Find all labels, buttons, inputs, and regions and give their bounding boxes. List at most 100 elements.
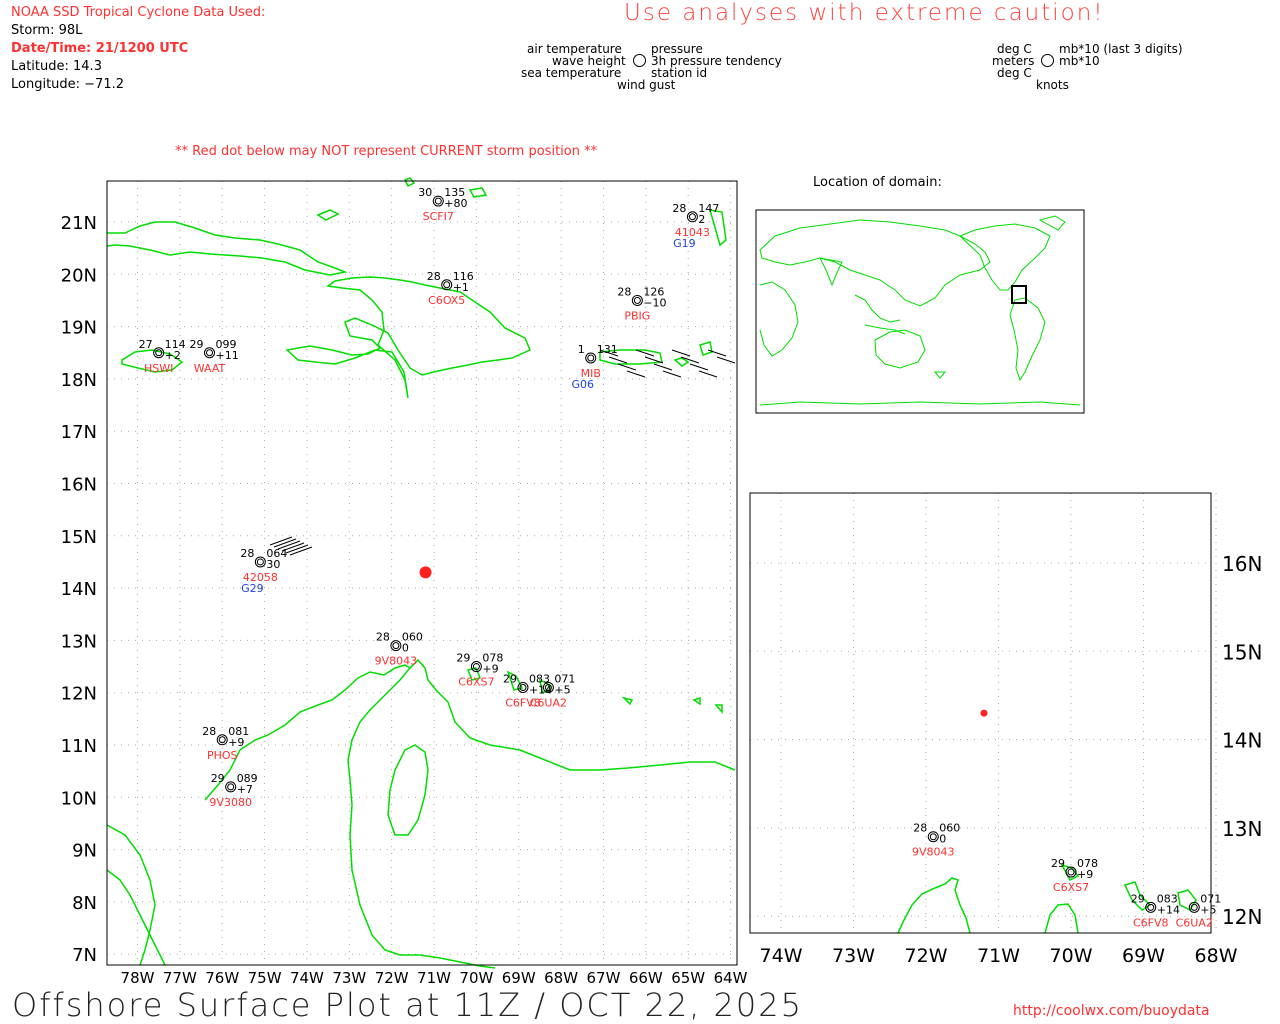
station-id: C6XS7 [1053,881,1089,894]
station-tendency: −10 [643,296,666,309]
footer-title: Offshore Surface Plot at 11Z / OCT 22, 2… [12,986,803,1024]
station-marker[interactable]: 28 06009V8043 [912,822,960,859]
longitude-label: 71W [977,945,1020,967]
wind-barb [269,536,293,546]
station-marker[interactable]: 28 147241043G19 [672,202,719,250]
latitude-label: 10N [61,788,97,809]
location-map-frame [755,209,1085,414]
longitude-label: 67W [586,969,620,987]
latitude-label: 13N [1222,817,1262,841]
station-pressure: 131 [597,343,618,356]
station-inner-circle-icon [392,642,400,650]
longitude-label: 71W [417,969,451,987]
station-tendency: 0 [939,833,946,846]
station-tendency: +9 [228,736,244,749]
longitude-label: 70W [1050,945,1093,967]
latitude-label: 15N [61,527,97,548]
station-id: C6XS7 [458,676,494,689]
longitude-label: 72W [905,945,948,967]
station-tendency: +1 [453,281,469,294]
station-tendency: 0 [402,642,409,655]
latitude-label: 17N [61,422,97,443]
station-tendency: +14 [1157,903,1180,916]
wind-barb [277,540,301,550]
station-tendency: +2 [165,349,181,362]
station-tendency: +7 [237,783,253,796]
station-marker[interactable]: 30 135+80SCFI7 [418,186,467,223]
station-gust: G19 [673,237,696,250]
zoom-map-longitude-labels: 74W 73W 72W 71W 70W 69W 68W [760,945,1238,967]
station-air-temp: 30 [418,186,432,199]
station-inner-circle-icon [929,833,937,841]
station-tendency: 30 [266,558,280,571]
station-marker[interactable]: 28 116+1C6OX5 [427,270,474,307]
wind-barb [716,356,736,364]
latitude-label: 9N [72,841,97,862]
latitude-label: 21N [61,213,97,234]
station-id: C6FV8 [1133,916,1169,929]
station-tendency: +9 [1077,868,1093,881]
station-inner-circle-icon [587,354,595,362]
station-air-temp: 28 [617,285,631,298]
longitude-label: 75W [248,969,282,987]
footer-url-link[interactable]: http://coolwx.com/buoydata [1013,1003,1210,1019]
station-tendency: +5 [1200,903,1216,916]
station-inner-circle-icon [227,783,235,791]
station-tendency: +5 [554,683,570,696]
station-marker[interactable]: 28 0643042058G29 [240,547,287,595]
station-id: C6UA2 [530,696,567,709]
station-id: PBIG [624,309,650,322]
wind-barb [273,538,297,548]
latitude-label: 15N [1222,640,1262,664]
wind-barb [626,370,646,378]
latitude-label: 8N [72,893,97,914]
station-air-temp: 29 [211,772,225,785]
latitude-label: 7N [72,945,97,966]
station-marker[interactable]: 29 083+14C6FV8 [1131,892,1180,929]
station-marker[interactable]: 28 126−10PBIG [617,285,666,322]
station-inner-circle-icon [155,349,163,357]
station-air-temp: 28 [913,822,927,835]
latitude-label: 11N [61,736,97,757]
storm-position-dot [980,709,988,717]
station-marker[interactable]: 28 081+9PHOS [202,725,249,762]
station-inner-circle-icon [434,197,442,205]
station-id: SCFI7 [423,210,454,223]
station-inner-circle-icon [519,683,527,691]
longitude-label: 68W [544,969,578,987]
longitude-label: 74W [760,945,803,967]
station-marker[interactable]: 27 114+2HSWI [139,338,186,375]
wind-barb [689,363,709,371]
station-marker[interactable]: 071+5C6UA2 [1176,892,1222,929]
station-marker[interactable]: 29 099+11WAAT [190,338,239,375]
station-inner-circle-icon [633,296,641,304]
station-id: 9V3080 [209,796,252,809]
station-air-temp: 28 [240,547,254,560]
station-marker[interactable]: 29 078+9C6XS7 [1051,857,1098,894]
zoom-map-storm-marker [980,709,988,717]
station-marker[interactable]: 1 131MIBG06 [571,343,617,391]
station-air-temp: 29 [503,672,517,685]
wind-barb [285,544,309,554]
station-air-temp: 1 [578,343,585,356]
station-id: C6OX5 [428,294,465,307]
latitude-label: 16N [1222,552,1262,576]
longitude-label: 69W [502,969,536,987]
latitude-label: 19N [61,318,97,339]
station-air-temp: 29 [1051,857,1065,870]
station-tendency: +11 [216,349,239,362]
station-id: WAAT [194,362,226,375]
station-tendency: +9 [482,663,498,676]
wind-barb [617,363,637,371]
longitude-label: 73W [832,945,875,967]
station-air-temp: 28 [202,725,216,738]
station-air-temp: 29 [456,652,470,665]
station-air-temp: 29 [190,338,204,351]
station-marker[interactable]: 29 078+9C6XS7 [456,652,503,689]
storm-position-dot [419,566,432,579]
station-inner-circle-icon [688,213,696,221]
main-map-storm-marker [419,566,432,579]
station-marker[interactable]: 28 06009V8043 [375,631,423,668]
longitude-label: 66W [629,969,663,987]
station-marker[interactable]: 29 089+79V3080 [209,772,257,809]
